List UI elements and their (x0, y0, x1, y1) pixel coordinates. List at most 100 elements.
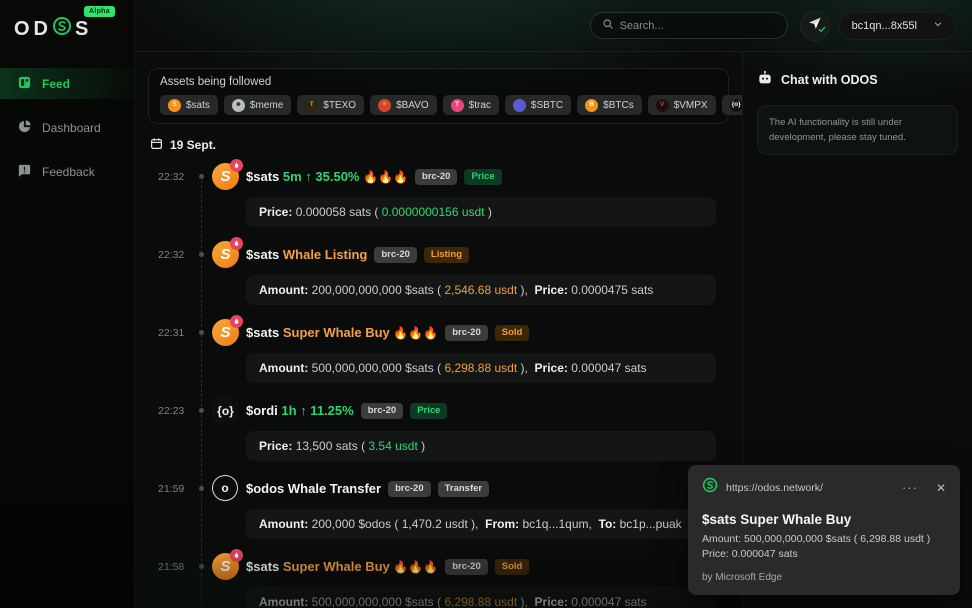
fire-badge-icon (230, 315, 243, 328)
feed-item[interactable]: 21:58S$sats Super Whale Buy 🔥🔥🔥brc-20Sol… (148, 553, 729, 608)
title-segment: $ordi (246, 403, 281, 418)
feed-item-time: 22:32 (158, 171, 184, 183)
feed-item[interactable]: 22:32S$sats Whale Listingbrc-20ListingAm… (148, 241, 729, 305)
feed-date: 19 Sept. (150, 137, 729, 153)
search-input[interactable] (620, 20, 776, 32)
detail-segment: 13,500 sats ( (292, 439, 368, 453)
detail-segment: ) (485, 205, 492, 219)
asset-chip[interactable]: ☻$meme (224, 95, 291, 115)
asset-coin-icon: B (585, 99, 598, 112)
asset-chip[interactable]: $SBTC (505, 95, 571, 115)
asset-chip-label: $TEXO (323, 100, 356, 111)
toast-source: by Microsoft Edge (702, 572, 946, 583)
sidebar: Alpha OD S Feed Dashboard Feedback (0, 0, 135, 608)
detail-segment: 0.000058 sats ( (292, 205, 381, 219)
detail-segment: Amount: (259, 361, 308, 375)
feed-item[interactable]: 22:31S$sats Super Whale Buy 🔥🔥🔥brc-20Sol… (148, 319, 729, 383)
telegram-share-button[interactable] (800, 11, 830, 41)
sidebar-nav: Feed Dashboard Feedback (0, 68, 134, 187)
timeline-dot (199, 174, 204, 179)
title-segment: 🔥🔥🔥 (363, 170, 408, 184)
feed-item[interactable]: 22:23{o}$ordi 1h ↑ 11.25%brc-20PricePric… (148, 397, 729, 461)
feed-item-title: $sats Super Whale Buy 🔥🔥🔥 (246, 325, 438, 340)
detail-segment: 200,000,000,000 $sats ( (308, 283, 444, 297)
feed-date-label: 19 Sept. (170, 138, 216, 152)
feed-item-time: 22:31 (158, 327, 184, 339)
detail-segment: ), (517, 361, 534, 375)
feed-item-head: $sats Whale Listingbrc-20Listing (246, 241, 729, 268)
feed-item[interactable]: 21:59o$odos Whale Transferbrc-20Transfer… (148, 475, 729, 539)
asset-chip-label: $VMPX (674, 100, 708, 111)
feed-item-head: $sats Super Whale Buy 🔥🔥🔥brc-20Sold (246, 553, 729, 580)
title-segment: 5m ↑ 35.50% (283, 169, 363, 184)
toast-close-icon[interactable]: ✕ (936, 481, 946, 495)
timeline-dot (199, 330, 204, 335)
feed-item-time: 21:59 (158, 483, 184, 495)
detail-segment: Price: (259, 439, 292, 453)
asset-chip[interactable]: T$trac (443, 95, 499, 115)
odos-logo: OD S (14, 16, 134, 42)
title-segment: Super Whale Buy (283, 325, 394, 340)
alpha-badge: Alpha (84, 6, 115, 17)
feedback-icon (17, 163, 32, 181)
wallet-address-button[interactable]: bc1qn...8x55l (839, 12, 956, 40)
chat-title: Chat with ODOS (781, 73, 878, 87)
title-segment: $sats (246, 325, 283, 340)
title-segment: $odos Whale Transfer (246, 481, 381, 496)
fire-badge-icon (230, 237, 243, 250)
coin-icon-sats: S (212, 163, 239, 190)
sidebar-item-label: Dashboard (42, 121, 101, 135)
asset-chip[interactable]: B$BTCs (577, 95, 642, 115)
asset-chip[interactable]: {o}$ordi (722, 95, 742, 115)
timeline-dot (199, 408, 204, 413)
title-segment: 🔥🔥🔥 (393, 560, 438, 574)
asset-chip[interactable]: ≡$BAVO (370, 95, 437, 115)
sidebar-item-feedback[interactable]: Feedback (0, 156, 134, 187)
detail-segment: Amount: (259, 517, 308, 531)
timeline-dot (199, 486, 204, 491)
feed-tag-brc-20: brc-20 (388, 481, 431, 497)
asset-chip[interactable]: T$TEXO (297, 95, 364, 115)
sidebar-item-dashboard[interactable]: Dashboard (0, 112, 134, 143)
asset-chips-row: S $sats ☻$meme T$TEXO ≡$BAVO T$trac $SBTC B$BTC… (160, 95, 742, 115)
feed-item-detail: Price: 0.000058 sats ( 0.0000000156 usdt… (246, 197, 716, 227)
wallet-address: bc1qn...8x55l (852, 20, 917, 32)
sidebar-item-feed[interactable]: Feed (0, 68, 134, 99)
detail-segment: Price: (535, 595, 568, 608)
feed-tag-brc-20: brc-20 (361, 403, 404, 419)
feed-icon (17, 75, 32, 93)
asset-coin-icon: V (656, 99, 669, 112)
fire-badge-icon (230, 159, 243, 172)
coin-icon-odos: o (212, 475, 238, 501)
fire-badge-icon (230, 549, 243, 562)
detail-segment: Amount: (259, 595, 308, 608)
feed-item[interactable]: 22:32S$sats 5m ↑ 35.50% 🔥🔥🔥brc-20PricePr… (148, 163, 729, 227)
notification-toast[interactable]: https://odos.network/ ··· ✕ $sats Super … (688, 465, 960, 595)
feed-item-head: $sats Super Whale Buy 🔥🔥🔥brc-20Sold (246, 319, 729, 346)
search-icon (602, 17, 614, 35)
chat-message: The AI functionality is still under deve… (757, 105, 958, 155)
detail-segment: ), (517, 283, 534, 297)
feed-item-title: $ordi 1h ↑ 11.25% (246, 403, 354, 418)
toast-amount-line: Amount: 500,000,000,000 $sats ( 6,298.88… (702, 533, 946, 545)
asset-chip-label: $sats (186, 100, 210, 111)
title-segment: $sats (246, 247, 283, 262)
detail-segment: 500,000,000,000 $sats ( (308, 595, 444, 608)
chat-header: Chat with ODOS (757, 70, 958, 89)
title-segment: Super Whale Buy (283, 559, 394, 574)
coin-icon-ordi: {o} (212, 397, 239, 424)
detail-segment: 2,546.68 usdt (444, 283, 517, 297)
search-bar[interactable] (590, 12, 788, 39)
logo-text-right: S (75, 18, 92, 41)
asset-coin-icon: ≡ (378, 99, 391, 112)
asset-chip-label: $SBTC (531, 100, 563, 111)
asset-chip[interactable]: S $sats (160, 95, 218, 115)
asset-chip[interactable]: V $VMPX (648, 95, 716, 115)
detail-segment: 6,298.88 usdt (444, 595, 517, 608)
timeline-dot (199, 252, 204, 257)
title-segment: 1h ↑ 11.25% (281, 403, 353, 418)
feed-item-time: 22:23 (158, 405, 184, 417)
asset-coin-icon: S (168, 99, 181, 112)
toast-more-icon[interactable]: ··· (902, 480, 918, 495)
sidebar-item-label: Feed (42, 77, 70, 91)
